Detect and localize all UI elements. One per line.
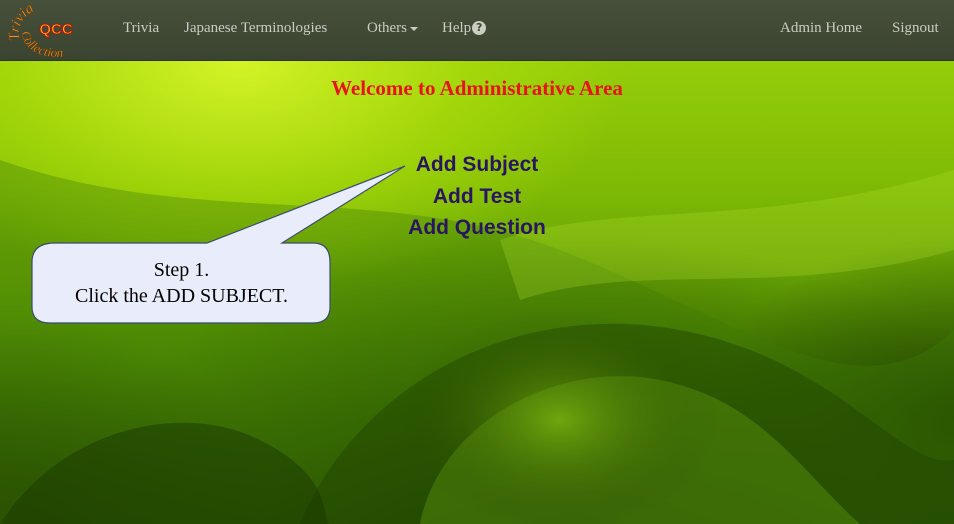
callout-text: Step 1. Click the ADD SUBJECT. <box>34 257 329 309</box>
callout-line-2: Click the ADD SUBJECT. <box>75 285 288 307</box>
callout-line-1: Step 1. <box>153 259 210 281</box>
